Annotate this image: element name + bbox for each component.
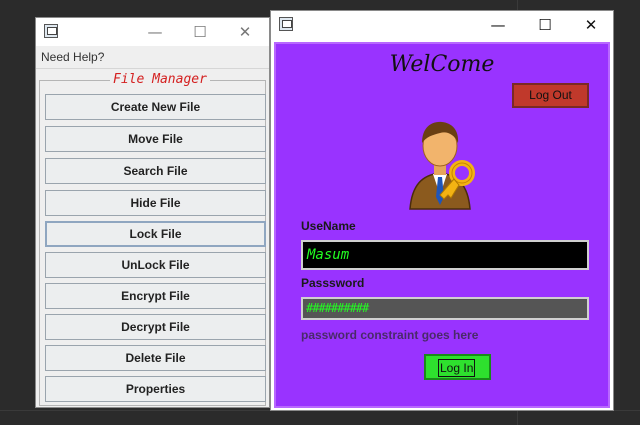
login-panel: WelCome Log Out UseName Masum Passsword … <box>274 42 610 408</box>
file-manager-window: — ☐ ✕ Need Help? File Manager Create New… <box>35 17 270 408</box>
user-key-icon <box>409 121 475 210</box>
app-icon <box>279 17 293 31</box>
login-button[interactable]: Log In <box>424 354 491 380</box>
move-file-button[interactable]: Move File <box>45 126 266 152</box>
password-field[interactable]: ########## <box>301 297 589 320</box>
login-button-label: Log In <box>438 359 476 377</box>
minimize-icon[interactable]: — <box>138 18 172 46</box>
lock-file-button[interactable]: Lock File <box>45 221 266 247</box>
properties-button[interactable]: Properties <box>45 376 266 402</box>
maximize-icon[interactable]: ☐ <box>183 18 217 46</box>
decrypt-file-button[interactable]: Decrypt File <box>45 314 266 340</box>
minimize-icon[interactable]: — <box>475 11 521 39</box>
close-icon[interactable]: ✕ <box>568 11 614 39</box>
unlock-file-button[interactable]: UnLock File <box>45 252 266 278</box>
login-window: — ☐ ✕ WelCome Log Out UseName Masum Pass… <box>270 10 614 411</box>
group-title: File Manager <box>110 72 210 87</box>
title-bar: — ☐ ✕ <box>271 11 613 39</box>
username-label: UseName <box>301 219 356 233</box>
hide-file-button[interactable]: Hide File <box>45 190 266 216</box>
menu-need-help[interactable]: Need Help? <box>36 46 269 69</box>
app-icon <box>44 24 58 38</box>
delete-file-button[interactable]: Delete File <box>45 345 266 371</box>
password-label: Passsword <box>301 276 365 290</box>
search-file-button[interactable]: Search File <box>45 158 266 184</box>
encrypt-file-button[interactable]: Encrypt File <box>45 283 266 309</box>
username-field[interactable]: Masum <box>301 240 589 270</box>
create-new-file-button[interactable]: Create New File <box>45 94 266 120</box>
close-icon[interactable]: ✕ <box>228 18 262 46</box>
logout-button[interactable]: Log Out <box>512 83 589 108</box>
maximize-icon[interactable]: ☐ <box>522 11 568 39</box>
welcome-title: WelCome <box>389 52 495 77</box>
file-manager-group: File Manager Create New File Move File S… <box>39 72 266 406</box>
password-constraint-text: password constraint goes here <box>301 328 479 342</box>
title-bar: — ☐ ✕ <box>36 18 269 46</box>
